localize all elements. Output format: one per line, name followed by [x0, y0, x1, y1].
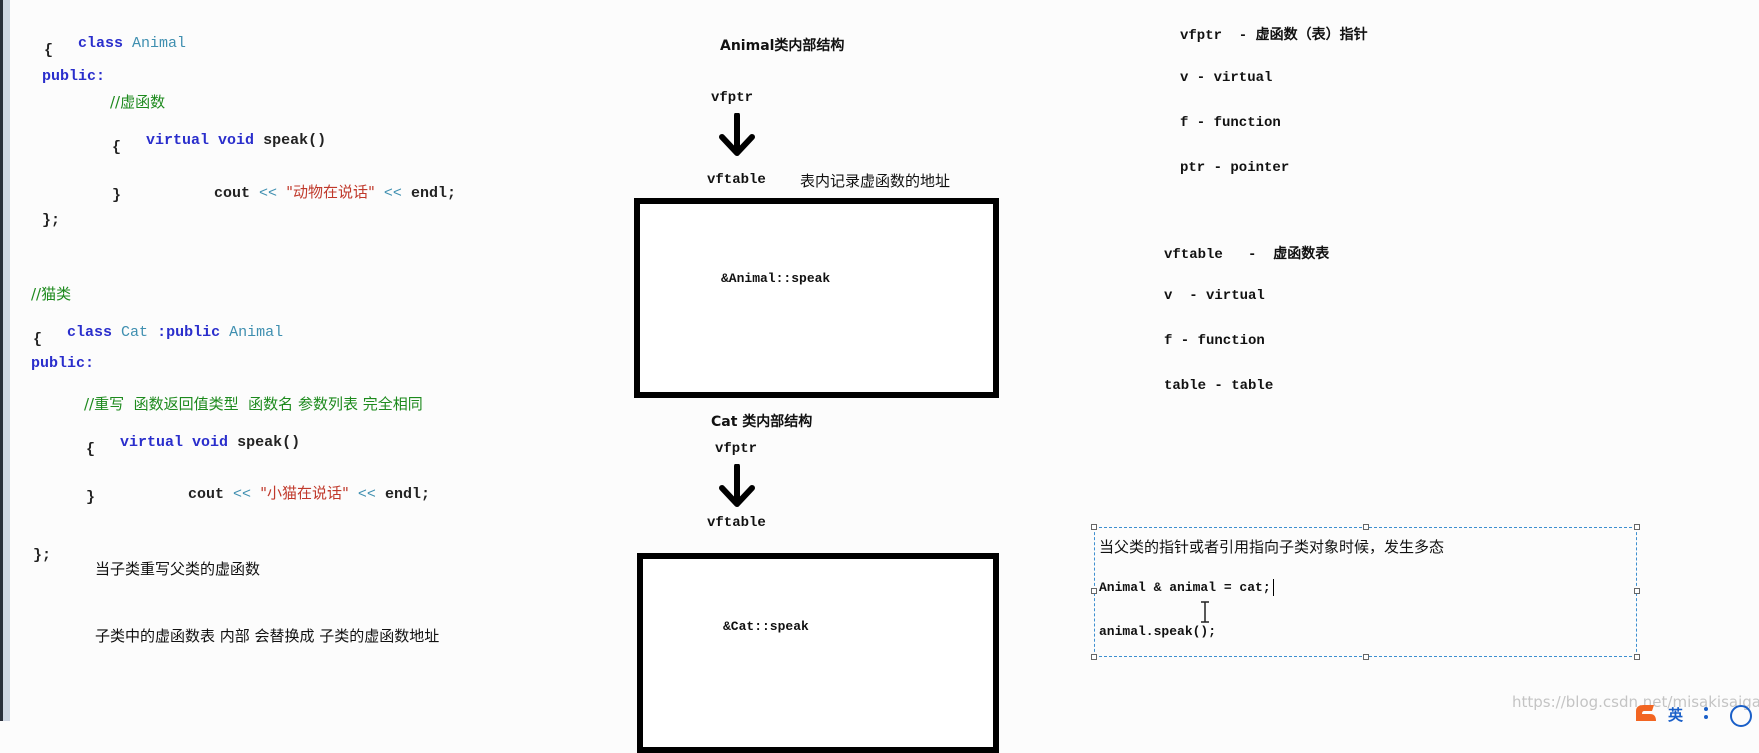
emoji-icon — [1730, 705, 1752, 727]
access-specifier: public: — [31, 355, 95, 372]
code-line: cout << "小猫在说话" << endl; — [152, 465, 430, 520]
resize-handle[interactable] — [1091, 524, 1097, 530]
arrow-down-icon — [719, 113, 755, 156]
code-comment: //猫类 — [31, 285, 72, 303]
resize-handle[interactable] — [1363, 654, 1369, 660]
textbox-line: Animal & animal = cat; — [1099, 579, 1274, 596]
override-note: 当子类重写父类的虚函数 — [95, 560, 261, 578]
code-text: Animal & animal = cat; — [1099, 579, 1271, 595]
vftable-label: vftable — [707, 172, 766, 188]
keyword: class — [67, 324, 113, 341]
keyword: :public — [157, 324, 221, 341]
replace-note: 子类中的虚函数表 内部 会替换成 子类的虚函数地址 — [95, 627, 440, 645]
diagram-title: Animal类内部结构 — [720, 35, 844, 55]
identifier: endl; — [410, 185, 456, 202]
brace: }; — [33, 547, 52, 564]
vfptr-label: vfptr — [715, 441, 758, 457]
brace: { — [44, 42, 54, 59]
resize-handle[interactable] — [1091, 654, 1097, 660]
resize-handle[interactable] — [1634, 588, 1640, 594]
keyword: void — [218, 132, 255, 149]
code-comment: //虚函数 — [110, 93, 166, 111]
vfptr-label: vfptr — [711, 90, 754, 106]
resize-handle[interactable] — [1363, 524, 1369, 530]
brace: } — [112, 187, 122, 204]
glossary-item: ptr - pointer — [1180, 160, 1290, 176]
brace: { — [86, 441, 96, 458]
code-line: class Animal — [42, 18, 186, 69]
diagram-title-text: Cat 类内部结构 — [711, 414, 813, 430]
vftable-label: vftable — [707, 515, 766, 531]
glossary-item: v - virtual — [1180, 70, 1273, 86]
keyword: virtual — [146, 132, 210, 149]
ime-mode-label: 英 — [1668, 706, 1684, 724]
identifier: cout — [214, 185, 251, 202]
resize-handle[interactable] — [1091, 588, 1097, 594]
keyword: class — [78, 35, 124, 52]
string-literal: "小猫在说话" — [260, 484, 349, 502]
method-name: speak() — [263, 132, 327, 149]
identifier: endl; — [384, 486, 430, 503]
diagram-title: Cat 类内部结构 — [711, 411, 812, 431]
identifier: cout — [188, 486, 225, 503]
class-name: Cat — [121, 324, 149, 341]
keyword: void — [192, 434, 229, 451]
vftable-entry: &Cat::speak — [723, 619, 809, 634]
string-literal: "动物在说话" — [286, 183, 375, 201]
polymorphism-textbox[interactable]: 当父类的指针或者引用指向子类对象时候，发生多态 Animal & animal … — [1091, 524, 1640, 660]
brace: { — [112, 139, 122, 156]
code-line: virtual void speak() — [84, 417, 300, 468]
animal-vftable-box: &Animal::speak — [634, 198, 999, 398]
ime-punct-icon — [1704, 715, 1708, 719]
brace: }; — [42, 212, 61, 229]
glossary-item: table - table — [1164, 378, 1274, 394]
code-line: cout << "动物在说话" << endl; — [178, 164, 456, 219]
class-name: Animal — [132, 35, 187, 52]
method-name: speak() — [237, 434, 301, 451]
cat-vftable-box: &Cat::speak — [637, 553, 999, 753]
resize-handle[interactable] — [1634, 654, 1640, 660]
glossary-item: v - virtual — [1164, 288, 1265, 304]
glossary-item: f - function — [1180, 115, 1281, 131]
operator: << — [357, 486, 376, 503]
code-line: class Cat :public Animal — [31, 307, 283, 358]
operator: << — [383, 185, 402, 202]
textbox-line: 当父类的指针或者引用指向子类对象时候，发生多态 — [1099, 538, 1445, 556]
operator: << — [233, 486, 252, 503]
vftable-entry: &Animal::speak — [721, 271, 831, 286]
access-specifier: public: — [42, 68, 106, 85]
resize-handle[interactable] — [1634, 524, 1640, 530]
diagram-title-text: Animal类内部结构 — [720, 38, 845, 54]
keyword: virtual — [120, 434, 184, 451]
text-caret — [1272, 579, 1274, 596]
textbox-line: animal.speak(); — [1099, 624, 1217, 639]
glossary-heading: vftable - 虚函数表 — [1164, 247, 1330, 263]
code-comment: //重写 函数返回值类型 函数名 参数列表 完全相同 — [84, 395, 423, 413]
vftable-note: 表内记录虚函数的地址 — [800, 172, 951, 190]
arrow-down-icon — [719, 464, 755, 507]
class-name: Animal — [229, 324, 284, 341]
ime-indicator[interactable]: 英 — [1632, 703, 1759, 727]
ime-punct-icon — [1704, 707, 1708, 711]
ibeam-cursor-icon — [1201, 601, 1209, 623]
brace: } — [86, 489, 96, 506]
code-line: virtual void speak() — [110, 115, 326, 166]
operator: << — [259, 185, 278, 202]
glossary-heading: vfptr - 虚函数（表）指针 — [1180, 28, 1368, 44]
brace: { — [33, 331, 43, 348]
window-margin — [3, 0, 10, 721]
glossary-item: f - function — [1164, 333, 1265, 349]
